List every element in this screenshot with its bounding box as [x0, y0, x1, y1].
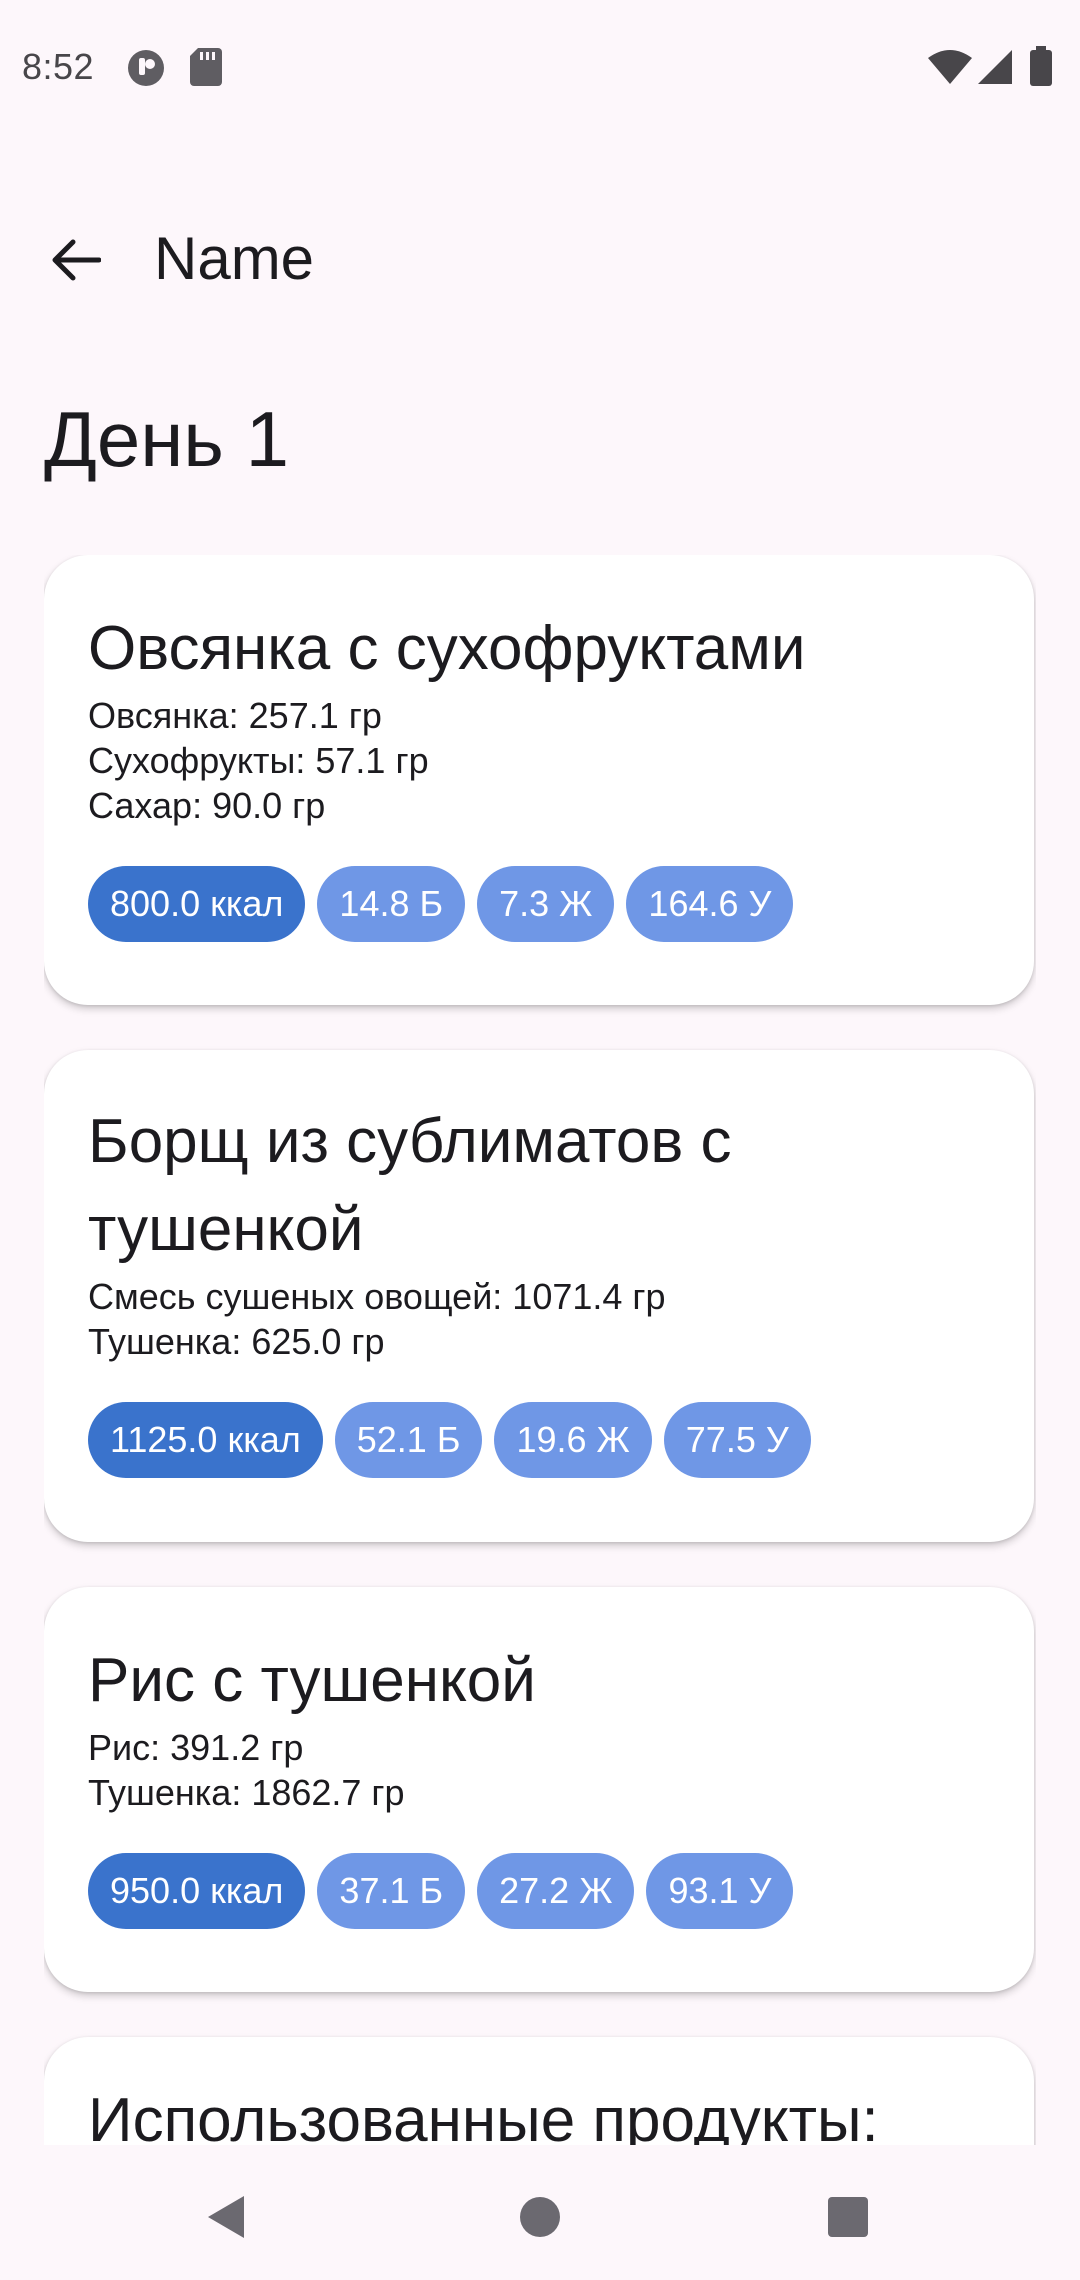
arrow-back-icon [52, 239, 101, 281]
used-products-title: Использованные продукты: [88, 2086, 879, 2145]
ingredient-line: Смесь сушеных овощей: 1071.4 гр [88, 1276, 666, 1317]
screen: 8:52 Name День 1 Овсянка с сухофруктами … [0, 0, 1080, 2280]
ingredient-line: Овсянка: 257.1 гр [88, 695, 382, 736]
ingredient-line: Сахар: 90.0 гр [88, 785, 326, 826]
kcal-chip: 1125.0 ккал [88, 1402, 323, 1478]
status-time: 8:52 [22, 46, 95, 87]
meal-title: Овсянка с сухофруктами [88, 614, 806, 683]
meal-list[interactable]: Овсянка с сухофруктами Овсянка: 257.1 гр… [44, 555, 1036, 2145]
nav-recents-button[interactable] [806, 2175, 890, 2259]
meal-card[interactable]: Рис с тушенкой Рис: 391.2 гр Тушенка: 18… [44, 1587, 1034, 1992]
fat-chip: 27.2 Ж [477, 1853, 635, 1929]
recents-square-icon [828, 2197, 868, 2237]
back-triangle-icon [208, 2196, 244, 2238]
fat-chip: 19.6 Ж [494, 1402, 652, 1478]
carbs-chip: 77.5 У [663, 1402, 811, 1478]
nutrition-chips: 800.0 ккал 14.8 Б 7.3 Ж 164.6 У [88, 866, 990, 942]
carbs-chip: 164.6 У [626, 866, 794, 942]
top-app-bar: Name [0, 196, 1080, 320]
used-products-card[interactable]: Использованные продукты: [44, 2037, 1034, 2145]
nutrition-chips: 1125.0 ккал 52.1 Б 19.6 Ж 77.5 У [88, 1402, 990, 1478]
protein-chip: 37.1 Б [317, 1853, 466, 1929]
signal-icon [978, 50, 1012, 89]
meal-card[interactable]: Овсянка с сухофруктами Овсянка: 257.1 гр… [44, 555, 1034, 1005]
carbs-chip: 93.1 У [646, 1853, 794, 1929]
protein-chip: 52.1 Б [334, 1402, 483, 1478]
ingredient-line: Тушенка: 625.0 гр [88, 1321, 385, 1362]
wifi-icon [928, 50, 972, 89]
meal-title: Борщ из сублиматов с тушенкой [88, 1107, 732, 1264]
nav-home-button[interactable] [498, 2175, 582, 2259]
day-title: День 1 [44, 395, 289, 483]
ingredient-line: Тушенка: 1862.7 гр [88, 1772, 405, 1813]
ingredient-line: Рис: 391.2 гр [88, 1727, 304, 1768]
app-bar-title: Name [154, 225, 315, 292]
protein-chip: 14.8 Б [317, 866, 466, 942]
kcal-chip: 800.0 ккал [88, 866, 306, 942]
back-button[interactable] [34, 218, 118, 302]
sd-card-icon [190, 48, 222, 91]
fat-chip: 7.3 Ж [477, 866, 615, 942]
kcal-chip: 950.0 ккал [88, 1853, 306, 1929]
status-bar: 8:52 [0, 0, 1080, 135]
home-circle-icon [520, 2197, 560, 2237]
app-notification-icon [126, 48, 166, 93]
meal-card[interactable]: Борщ из сублиматов с тушенкой Смесь суше… [44, 1050, 1034, 1542]
meal-title: Рис с тушенкой [88, 1646, 536, 1715]
nav-back-button[interactable] [184, 2175, 268, 2259]
ingredient-line: Сухофрукты: 57.1 гр [88, 740, 429, 781]
system-navigation-bar [0, 2145, 1080, 2280]
nutrition-chips: 950.0 ккал 37.1 Б 27.2 Ж 93.1 У [88, 1853, 990, 1929]
battery-icon [1030, 46, 1052, 91]
